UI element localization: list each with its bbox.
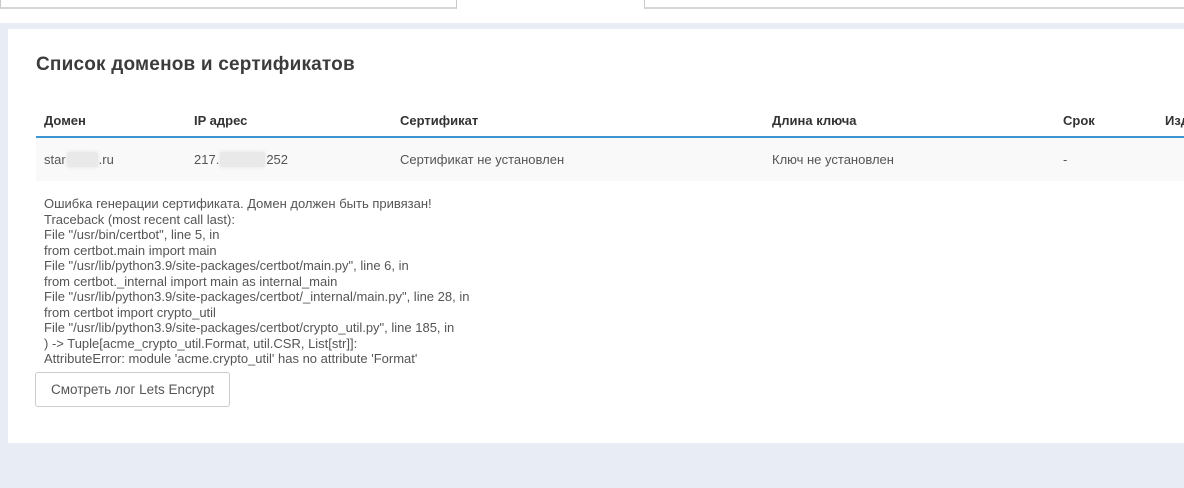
domains-table: Домен IP адрес Сертификат Длина ключа Ср… (36, 104, 1184, 181)
certificate-error-traceback: Ошибка генерации сертификата. Домен долж… (44, 196, 1164, 367)
traceback-line: ) -> Tuple[acme_crypto_util.Format, util… (44, 336, 1164, 352)
domain-blur-redaction (67, 152, 98, 167)
traceback-line: Traceback (most recent call last): (44, 212, 1164, 228)
column-header-issuer: Издатель (1165, 104, 1184, 136)
ip-suffix: 252 (266, 152, 288, 167)
certificate-cell: Сертификат не установлен (400, 138, 564, 181)
traceback-line: File "/usr/lib/python3.9/site-packages/c… (44, 258, 1164, 274)
tab-partial-left[interactable] (0, 0, 457, 9)
column-header-certificate: Сертификат (400, 104, 478, 136)
ip-cell: 217. 252 (194, 138, 288, 181)
column-header-key-length: Длина ключа (772, 104, 857, 136)
table-row[interactable]: star .ru 217. 252 Сертификат не установлен… (36, 138, 1184, 181)
ip-prefix: 217. (194, 152, 219, 167)
page-title: Список доменов и сертификатов (36, 54, 355, 76)
term-cell: - (1063, 138, 1067, 181)
traceback-line: Ошибка генерации сертификата. Домен долж… (44, 196, 1164, 212)
column-header-term: Срок (1063, 104, 1095, 136)
column-header-ip: IP адрес (194, 104, 247, 136)
domain-suffix: .ru (99, 152, 114, 167)
traceback-line: from certbot.main import main (44, 243, 1164, 259)
key-length-cell: Ключ не установлен (772, 138, 894, 181)
traceback-line: File "/usr/bin/certbot", line 5, in (44, 227, 1164, 243)
content-panel: Список доменов и сертификатов Домен IP а… (8, 29, 1184, 443)
tab-partial-active[interactable] (458, 0, 644, 9)
domain-prefix: star (44, 152, 66, 167)
domain-cell: star .ru (44, 138, 114, 181)
traceback-line: AttributeError: module 'acme.crypto_util… (44, 351, 1164, 367)
traceback-line: from certbot import crypto_util (44, 305, 1164, 321)
tab-partial-right[interactable] (644, 0, 1184, 9)
traceback-line: File "/usr/lib/python3.9/site-packages/c… (44, 289, 1164, 305)
ip-blur-redaction (220, 152, 265, 167)
column-header-domain: Домен (44, 104, 86, 136)
view-lets-encrypt-log-button[interactable]: Смотреть лог Lets Encrypt (35, 372, 230, 407)
traceback-line: File "/usr/lib/python3.9/site-packages/c… (44, 320, 1164, 336)
traceback-line: from certbot._internal import main as in… (44, 274, 1164, 290)
table-header-row: Домен IP адрес Сертификат Длина ключа Ср… (36, 104, 1184, 138)
top-tab-strip (0, 0, 1184, 23)
